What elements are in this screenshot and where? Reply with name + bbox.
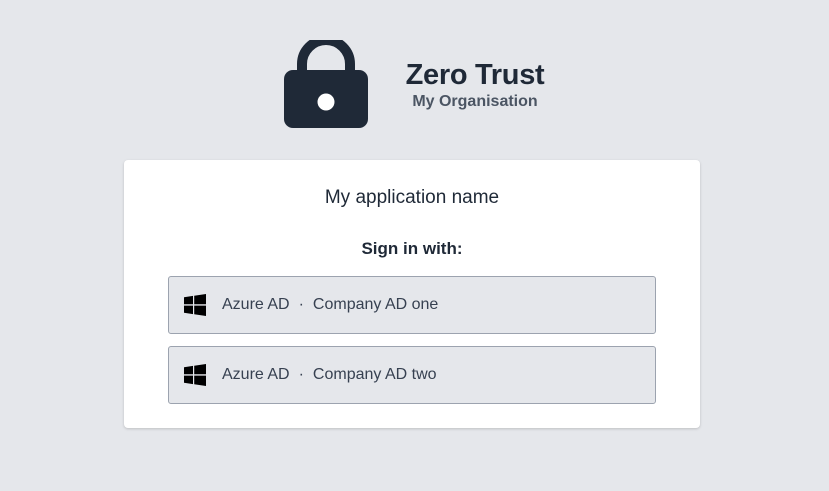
provider-type: Azure AD — [222, 366, 290, 383]
provider-name: Company AD one — [312, 296, 439, 313]
brand-subtitle: My Organisation — [412, 93, 538, 110]
sign-in-provider-button-2[interactable]: Azure AD · Company AD two — [168, 346, 656, 404]
lock-icon — [284, 40, 368, 128]
app-name: My application name — [324, 187, 500, 208]
provider-type: Azure AD — [222, 296, 290, 313]
sign-in-label: Sign in with: — [361, 239, 463, 258]
sign-in-provider-button-1[interactable]: Azure AD · Company AD one — [168, 276, 656, 334]
brand: Zero Trust My Organisation — [400, 58, 550, 112]
brand-title: Zero Trust — [405, 59, 545, 91]
windows-icon — [184, 364, 206, 386]
header: Zero Trust My Organisation — [0, 40, 829, 130]
sign-in-card: My application name Sign in with: Azure … — [124, 160, 700, 428]
provider-separator: · — [298, 296, 304, 313]
provider-separator: · — [298, 366, 304, 383]
windows-icon — [184, 294, 206, 316]
provider-name: Company AD two — [312, 366, 437, 383]
